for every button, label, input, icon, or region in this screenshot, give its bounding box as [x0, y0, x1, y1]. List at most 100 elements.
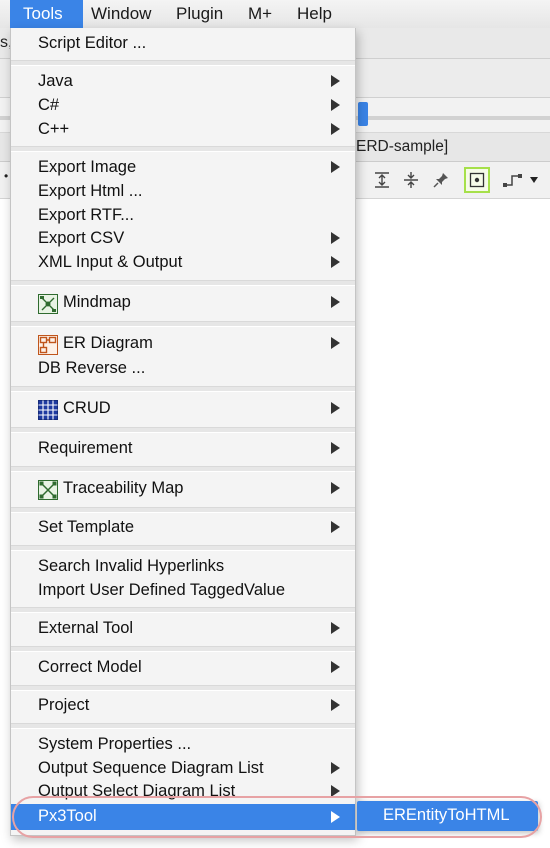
submenu-arrow-icon [331, 123, 340, 135]
submenu-arrow-icon [331, 442, 340, 454]
menu-item-label: Mindmap [63, 293, 131, 311]
menu-item-label: C# [38, 96, 60, 114]
menu-item-output-sequence-diagram-list[interactable]: Output Sequence Diagram List [11, 757, 355, 781]
menu-separator [11, 507, 355, 513]
menu-item-label: Script Editor ... [38, 34, 147, 52]
menu-separator [11, 545, 355, 551]
menu-item-system-properties[interactable]: System Properties ... [11, 733, 355, 757]
menu-m-plus[interactable]: M+ [240, 0, 280, 28]
menu-item-label: Import User Defined TaggedValue [38, 581, 286, 599]
menu-item-project[interactable]: Project [11, 694, 355, 718]
menu-item-correct-model[interactable]: Correct Model [11, 656, 355, 680]
menu-item-output-select-diagram-list[interactable]: Output Select Diagram List [11, 780, 355, 804]
menu-item-set-template[interactable]: Set Template [11, 516, 355, 540]
menu-item-label: Requirement [38, 439, 133, 457]
menu-item-export-image[interactable]: Export Image [11, 156, 355, 180]
menu-item-traceability-map[interactable]: Traceability Map [11, 477, 355, 501]
submenu-arrow-icon [331, 699, 340, 711]
menu-separator [11, 146, 355, 152]
menu-item-label: ER Diagram [63, 334, 153, 352]
submenu-arrow-icon [331, 762, 340, 774]
menu-item-label: C++ [38, 120, 70, 138]
menu-item-px3tool[interactable]: Px3Tool [11, 804, 355, 830]
snap-center-icon[interactable] [464, 167, 490, 193]
menu-item-label: XML Input & Output [38, 253, 183, 271]
menu-item-label: Export Html ... [38, 182, 143, 200]
menu-separator [11, 607, 355, 613]
submenu-arrow-icon [331, 402, 340, 414]
menu-plugin[interactable]: Plugin [168, 0, 231, 28]
menu-help[interactable]: Help [289, 0, 340, 28]
er-diagram-icon [38, 335, 58, 355]
traceability-map-icon [38, 480, 58, 500]
submenu-arrow-icon [331, 521, 340, 533]
menu-item-db-reverse[interactable]: DB Reverse ... [11, 357, 355, 381]
menu-item-label: Set Template [38, 518, 135, 536]
menu-item-er-diagram[interactable]: ER Diagram [11, 332, 355, 356]
menu-separator [11, 280, 355, 286]
menu-item-label: Output Select Diagram List [38, 782, 236, 800]
submenu-arrow-icon [331, 99, 340, 111]
menu-separator [11, 386, 355, 392]
menu-bar: Tools Window Plugin M+ Help [0, 0, 550, 29]
menu-item-label: Search Invalid Hyperlinks [38, 557, 225, 575]
menu-item-label: Export CSV [38, 229, 125, 247]
crud-grid-icon [38, 400, 58, 420]
submenu-arrow-icon [331, 337, 340, 349]
submenu-arrow-icon [331, 811, 340, 823]
submenu-item-erentitytohtml[interactable]: EREntityToHTML [383, 806, 510, 825]
submenu-arrow-icon [331, 785, 340, 797]
menu-item-label: Export RTF... [38, 206, 134, 224]
zoom-slider-thumb[interactable] [358, 102, 368, 126]
menu-item-csharp[interactable]: C# [11, 94, 355, 118]
menu-item-label: External Tool [38, 619, 134, 637]
submenu-arrow-icon [331, 661, 340, 673]
menu-item-export-rtf[interactable]: Export RTF... [11, 204, 355, 228]
menu-item-label: Output Sequence Diagram List [38, 759, 264, 777]
px3tool-submenu: EREntityToHTML [357, 801, 538, 831]
menu-item-requirement[interactable]: Requirement [11, 437, 355, 461]
pin-icon[interactable] [429, 168, 453, 192]
menu-item-label: Export Image [38, 158, 137, 176]
mindmap-icon [38, 294, 58, 314]
menu-separator [11, 685, 355, 691]
submenu-arrow-icon [331, 296, 340, 308]
align-vertical-compress-icon[interactable] [399, 168, 423, 192]
align-vertical-expand-icon[interactable] [370, 168, 394, 192]
menu-item-label: Px3Tool [38, 807, 97, 825]
tools-dropdown-menu: Script Editor ... Java C# C++ Export Ima… [10, 28, 356, 836]
menu-item-import-tagged-value[interactable]: Import User Defined TaggedValue [11, 579, 355, 603]
menu-item-label: System Properties ... [38, 735, 192, 753]
menu-separator [11, 646, 355, 652]
menu-item-crud[interactable]: CRUD [11, 397, 355, 421]
submenu-arrow-icon [331, 232, 340, 244]
menu-item-label: DB Reverse ... [38, 359, 146, 377]
toolbar-dot-icon: • [4, 169, 9, 183]
menu-item-label: Traceability Map [63, 479, 184, 497]
submenu-arrow-icon [331, 161, 340, 173]
menu-item-label: Project [38, 696, 90, 714]
line-style-dropdown-icon[interactable] [502, 168, 542, 192]
menu-item-java[interactable]: Java [11, 70, 355, 94]
menu-tools[interactable]: Tools [10, 0, 83, 28]
menu-item-mindmap[interactable]: Mindmap [11, 291, 355, 315]
menu-item-xml-io[interactable]: XML Input & Output [11, 251, 355, 275]
menu-separator [11, 723, 355, 729]
menu-separator [11, 321, 355, 327]
menu-item-search-invalid-hyperlinks[interactable]: Search Invalid Hyperlinks [11, 555, 355, 579]
menu-item-export-csv[interactable]: Export CSV [11, 227, 355, 251]
menu-item-external-tool[interactable]: External Tool [11, 617, 355, 641]
menu-item-export-html[interactable]: Export Html ... [11, 180, 355, 204]
menu-window[interactable]: Window [83, 0, 159, 28]
submenu-arrow-icon [331, 622, 340, 634]
menu-separator [11, 60, 355, 66]
menu-item-cpp[interactable]: C++ [11, 118, 355, 142]
menu-item-label: CRUD [63, 399, 111, 417]
menu-item-label: Java [38, 72, 73, 90]
submenu-arrow-icon [331, 75, 340, 87]
menu-item-script-editor[interactable]: Script Editor ... [11, 32, 355, 56]
diagram-tab-title[interactable]: ERD-sample] [356, 138, 448, 156]
menu-separator [11, 427, 355, 433]
submenu-arrow-icon [331, 482, 340, 494]
submenu-arrow-icon [331, 256, 340, 268]
